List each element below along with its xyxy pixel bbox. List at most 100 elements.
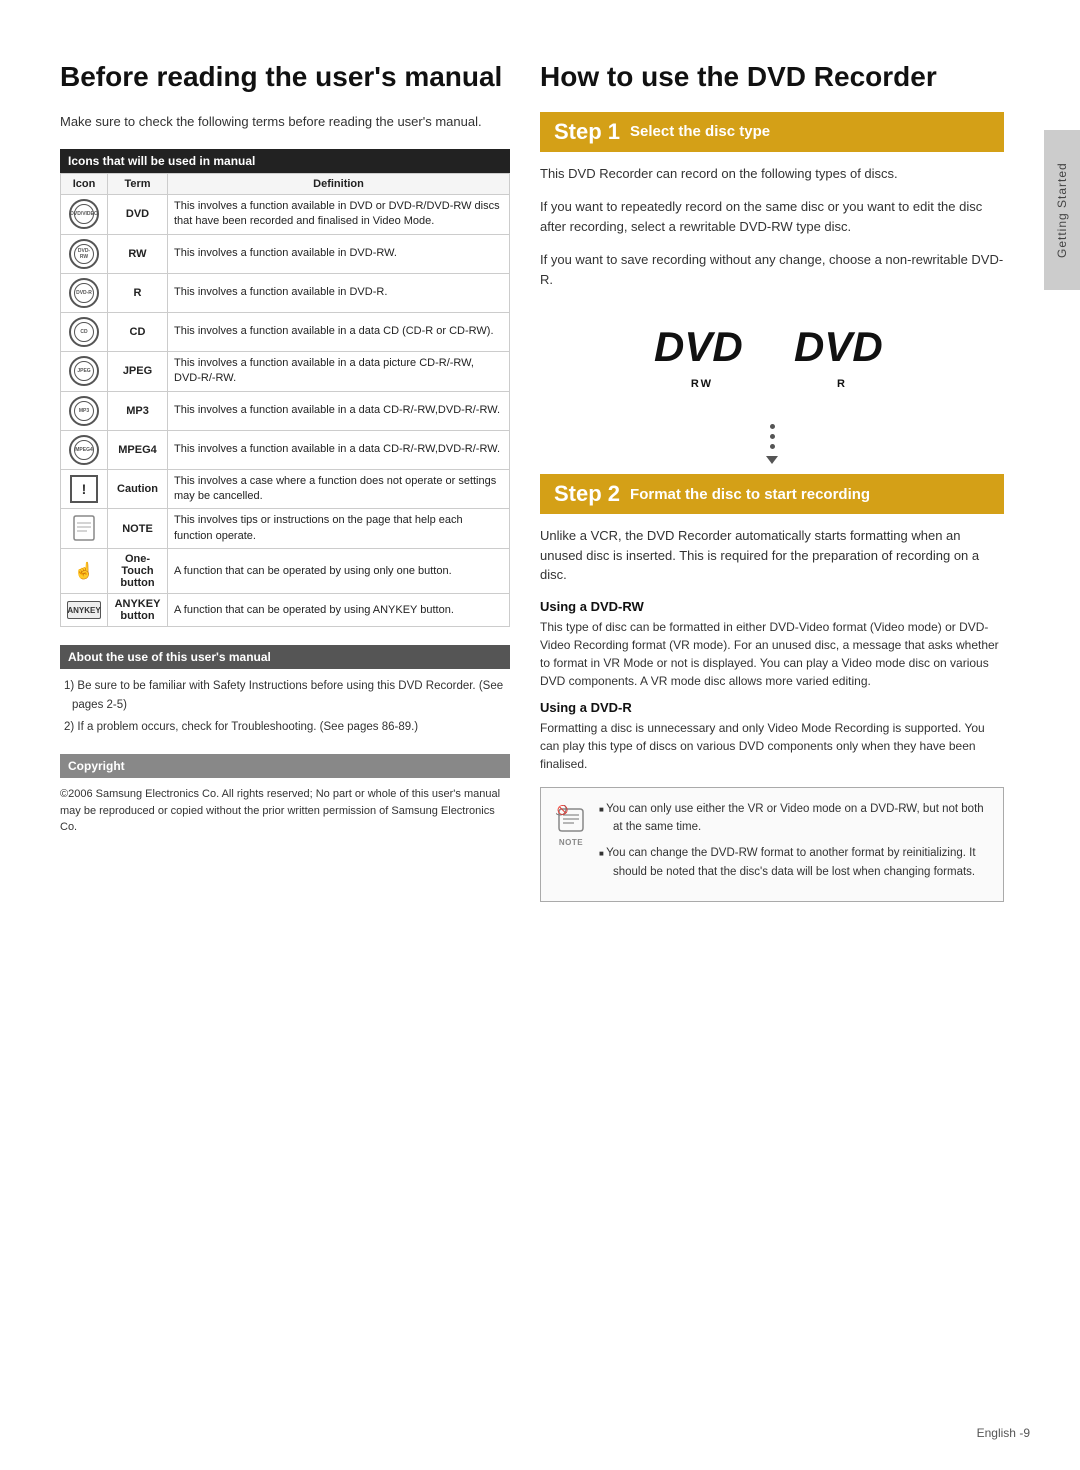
dvd-rw-svg: DVD <box>652 319 752 374</box>
term-cell: CD <box>108 312 168 351</box>
left-column: Before reading the user's manual Make su… <box>60 60 510 1430</box>
note-icon-area: 🚫 NOTE <box>555 800 587 890</box>
icon-cell: JPEG <box>61 351 108 391</box>
using-dvdrw-text: This type of disc can be formatted in ei… <box>540 618 1004 690</box>
left-title: Before reading the user's manual <box>60 60 510 94</box>
disc-inner: JPEG <box>74 361 94 381</box>
intro-text: Make sure to check the following terms b… <box>60 112 510 132</box>
page-info: English -9 <box>977 1426 1030 1440</box>
icons-table: Icon Term Definition DVD/VIDEO DVDThis i… <box>60 173 510 627</box>
icon-cell: DVD-R <box>61 273 108 312</box>
svg-text:🚫: 🚫 <box>557 805 568 815</box>
right-column: How to use the DVD Recorder Step 1 Selec… <box>540 60 1004 1430</box>
note-list: You can only use either the VR or Video … <box>599 800 989 882</box>
definition-cell: This involves a function available in a … <box>168 312 510 351</box>
icon-cell: DVD-RW <box>61 234 108 273</box>
about-list-item: 1) Be sure to be familiar with Safety In… <box>64 677 510 714</box>
step1-label: Select the disc type <box>630 123 770 140</box>
term-cell: One-Touch button <box>108 549 168 594</box>
side-tab-label: Getting Started <box>1055 162 1069 258</box>
copyright-header: Copyright <box>60 754 510 778</box>
step2-label: Format the disc to start recording <box>630 486 870 503</box>
term-cell: DVD <box>108 195 168 235</box>
dot1 <box>770 424 775 429</box>
step1-desc1: This DVD Recorder can record on the foll… <box>540 164 1004 184</box>
note-icon: 🚫 <box>555 804 587 836</box>
col-icon: Icon <box>61 174 108 195</box>
table-row: JPEG JPEGThis involves a function availa… <box>61 351 510 391</box>
disc-inner: DVD-RW <box>74 244 94 264</box>
note-list-item: You can only use either the VR or Video … <box>599 800 989 837</box>
using-dvdrw-header: Using a DVD-RW <box>540 599 1004 614</box>
page-footer: English -9 <box>977 1426 1030 1440</box>
table-row: DVD/VIDEO DVDThis involves a function av… <box>61 195 510 235</box>
copyright-text: ©2006 Samsung Electronics Co. All rights… <box>60 786 510 836</box>
note-icon <box>70 514 98 542</box>
about-section: About the use of this user's manual 1) B… <box>60 645 510 736</box>
term-cell: NOTE <box>108 509 168 549</box>
table-row: MPEG4 MPEG4This involves a function avai… <box>61 430 510 469</box>
table-row: DVD-RW RWThis involves a function availa… <box>61 234 510 273</box>
disc-inner: MP3 <box>74 401 94 421</box>
step2-header: Step 2 Format the disc to start recordin… <box>540 474 1004 514</box>
step1-desc2: If you want to repeatedly record on the … <box>540 197 1004 236</box>
table-row: NOTEThis involves tips or instructions o… <box>61 509 510 549</box>
disc-icon: MPEG4 <box>69 435 99 465</box>
definition-cell: This involves a function available in a … <box>168 391 510 430</box>
definition-cell: A function that can be operated by using… <box>168 594 510 627</box>
icons-table-header: Icons that will be used in manual <box>60 149 510 173</box>
step2-desc: Unlike a VCR, the DVD Recorder automatic… <box>540 526 1004 585</box>
term-cell: RW <box>108 234 168 273</box>
dvd-r-svg: DVD <box>792 319 892 374</box>
disc-inner: MPEG4 <box>74 440 94 460</box>
caution-icon: ! <box>70 475 98 503</box>
disc-icon: MP3 <box>69 396 99 426</box>
disc-icon: CD <box>69 317 99 347</box>
icon-cell: ! <box>61 469 108 509</box>
definition-cell: This involves a case where a function do… <box>168 469 510 509</box>
table-row: CD CDThis involves a function available … <box>61 312 510 351</box>
disc-inner: DVD-R <box>74 283 94 303</box>
icon-cell: ☝ <box>61 549 108 594</box>
definition-cell: This involves a function available in DV… <box>168 234 510 273</box>
term-cell: ANYKEY button <box>108 594 168 627</box>
step2-number: Step 2 <box>554 481 620 507</box>
dvd-r-logo: DVD R <box>792 319 892 390</box>
icon-cell: MP3 <box>61 391 108 430</box>
svg-text:DVD: DVD <box>794 323 883 370</box>
note-content: You can only use either the VR or Video … <box>599 800 989 890</box>
term-cell: R <box>108 273 168 312</box>
table-row: ! CautionThis involves a case where a fun… <box>61 469 510 509</box>
about-list: 1) Be sure to be familiar with Safety In… <box>60 677 510 736</box>
note-label: NOTE <box>559 838 583 847</box>
table-row: ☝One-Touch buttonA function that can be … <box>61 549 510 594</box>
icons-table-body: DVD/VIDEO DVDThis involves a function av… <box>61 195 510 627</box>
table-row: MP3 MP3This involves a function availabl… <box>61 391 510 430</box>
anykey-icon: ANYKEY <box>67 601 101 619</box>
using-dvdr-text: Formatting a disc is unnecessary and onl… <box>540 719 1004 773</box>
arrow-down <box>766 456 778 464</box>
term-cell: JPEG <box>108 351 168 391</box>
disc-inner: DVD/VIDEO <box>74 204 94 224</box>
col-term: Term <box>108 174 168 195</box>
main-content: Before reading the user's manual Make su… <box>0 0 1044 1470</box>
disc-icon: DVD/VIDEO <box>69 199 99 229</box>
dvd-rw-logo: DVD RW <box>652 319 752 390</box>
right-title: How to use the DVD Recorder <box>540 60 1004 94</box>
term-cell: MP3 <box>108 391 168 430</box>
note-box: 🚫 NOTE You can only use either the VR or… <box>540 787 1004 903</box>
page-container: Getting Started Before reading the user'… <box>0 0 1080 1470</box>
disc-icon: DVD-R <box>69 278 99 308</box>
icon-cell: ANYKEY <box>61 594 108 627</box>
term-cell: MPEG4 <box>108 430 168 469</box>
dvd-rw-label: RW <box>691 378 713 390</box>
dot3 <box>770 444 775 449</box>
term-cell: Caution <box>108 469 168 509</box>
icon-cell: DVD/VIDEO <box>61 195 108 235</box>
definition-cell: This involves tips or instructions on th… <box>168 509 510 549</box>
hand-icon: ☝ <box>69 556 99 586</box>
step1-header: Step 1 Select the disc type <box>540 112 1004 152</box>
col-definition: Definition <box>168 174 510 195</box>
copyright-section: Copyright ©2006 Samsung Electronics Co. … <box>60 754 510 836</box>
definition-cell: This involves a function available in DV… <box>168 195 510 235</box>
